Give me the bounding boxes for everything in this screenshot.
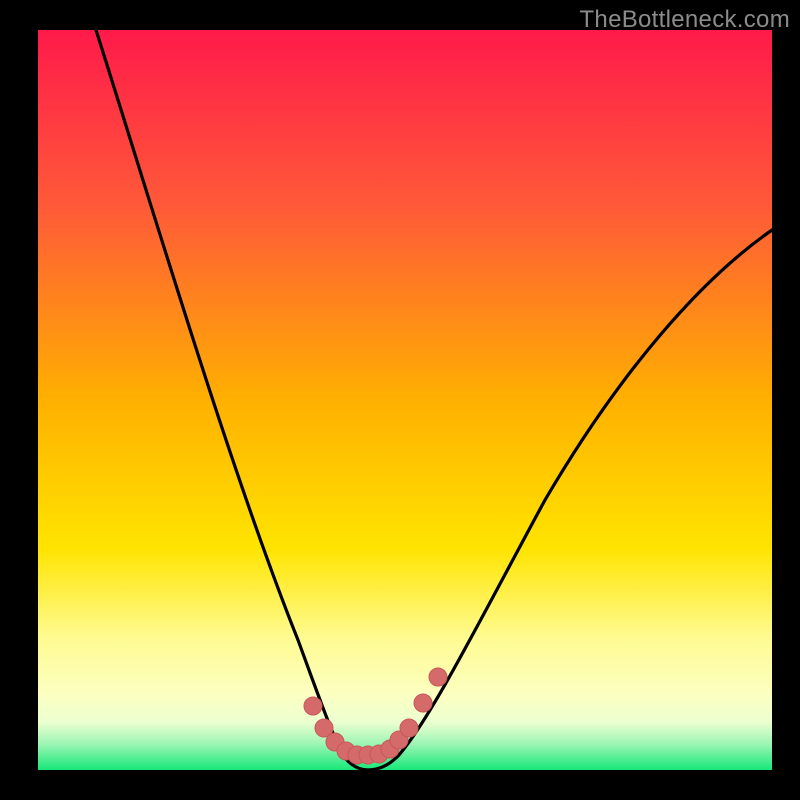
watermark-text: TheBottleneck.com	[579, 6, 790, 34]
chart-container: TheBottleneck.com	[0, 0, 800, 800]
bottleneck-plot	[0, 0, 800, 800]
plot-area	[38, 30, 772, 770]
